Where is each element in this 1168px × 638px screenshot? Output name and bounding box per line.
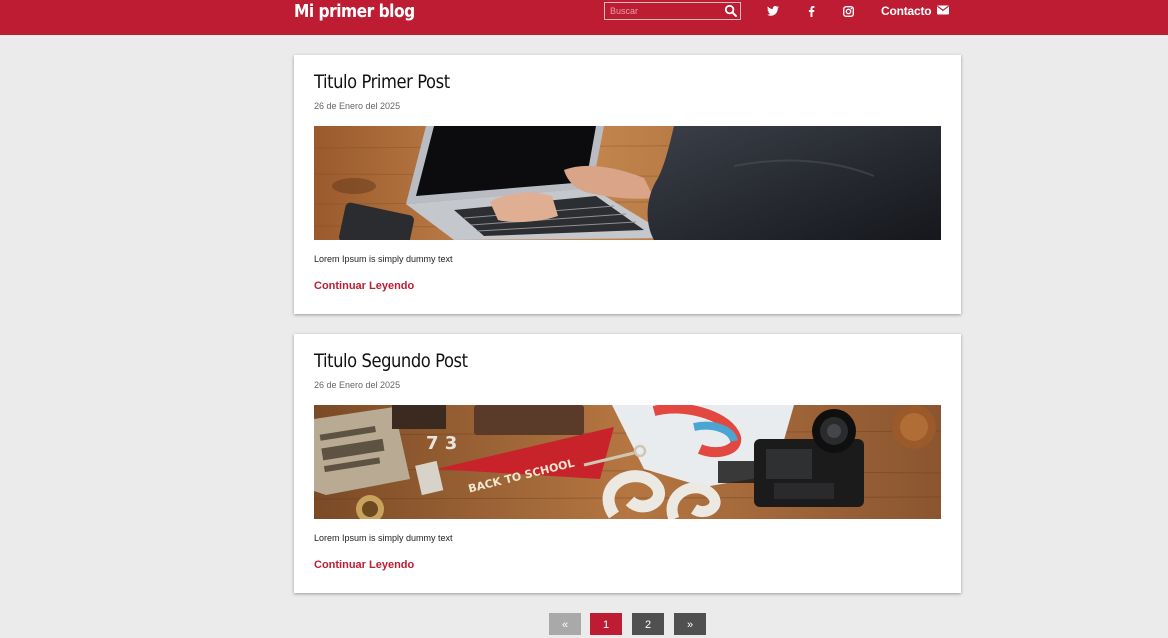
post-date: 26 de Enero del 2025 [314, 380, 401, 390]
page-1-button[interactable]: 1 [590, 613, 622, 635]
page-2-button[interactable]: 2 [632, 613, 664, 635]
instagram-icon[interactable] [840, 3, 856, 19]
post-image [314, 126, 941, 240]
post-date: 26 de Enero del 2025 [314, 101, 401, 111]
svg-text:7 3: 7 3 [426, 433, 457, 454]
post-excerpt: Lorem Ipsum is simply dummy text [314, 533, 453, 543]
facebook-icon[interactable] [803, 3, 819, 19]
read-more-link[interactable]: Continuar Leyendo [314, 559, 414, 571]
top-navbar: Mi primer blog Contacto [0, 0, 1168, 35]
search-icon[interactable] [724, 4, 738, 18]
post-card: Titulo Primer Post 26 de Enero del 2025 [294, 55, 961, 314]
contact-label: Contacto [881, 4, 932, 18]
post-card: Titulo Segundo Post 26 de Enero del 2025 [294, 334, 961, 593]
laptop-typing-photo [314, 126, 941, 240]
search-input[interactable] [605, 3, 723, 19]
post-excerpt: Lorem Ipsum is simply dummy text [314, 254, 453, 264]
twitter-icon[interactable] [765, 3, 781, 19]
pagination-prev-button[interactable]: « [549, 613, 581, 635]
post-title[interactable]: Titulo Segundo Post [314, 350, 468, 372]
post-image: 7 3 BACK TO SCHOOL [314, 405, 941, 519]
blog-title[interactable]: Mi primer blog [294, 0, 415, 24]
contact-link[interactable]: Contacto [881, 2, 950, 20]
search-box [604, 2, 741, 20]
post-title[interactable]: Titulo Primer Post [314, 71, 450, 93]
read-more-link[interactable]: Continuar Leyendo [314, 280, 414, 292]
back-to-school-photo: 7 3 BACK TO SCHOOL [314, 405, 941, 519]
pagination-next-button[interactable]: » [674, 613, 706, 635]
envelope-icon [937, 4, 950, 18]
